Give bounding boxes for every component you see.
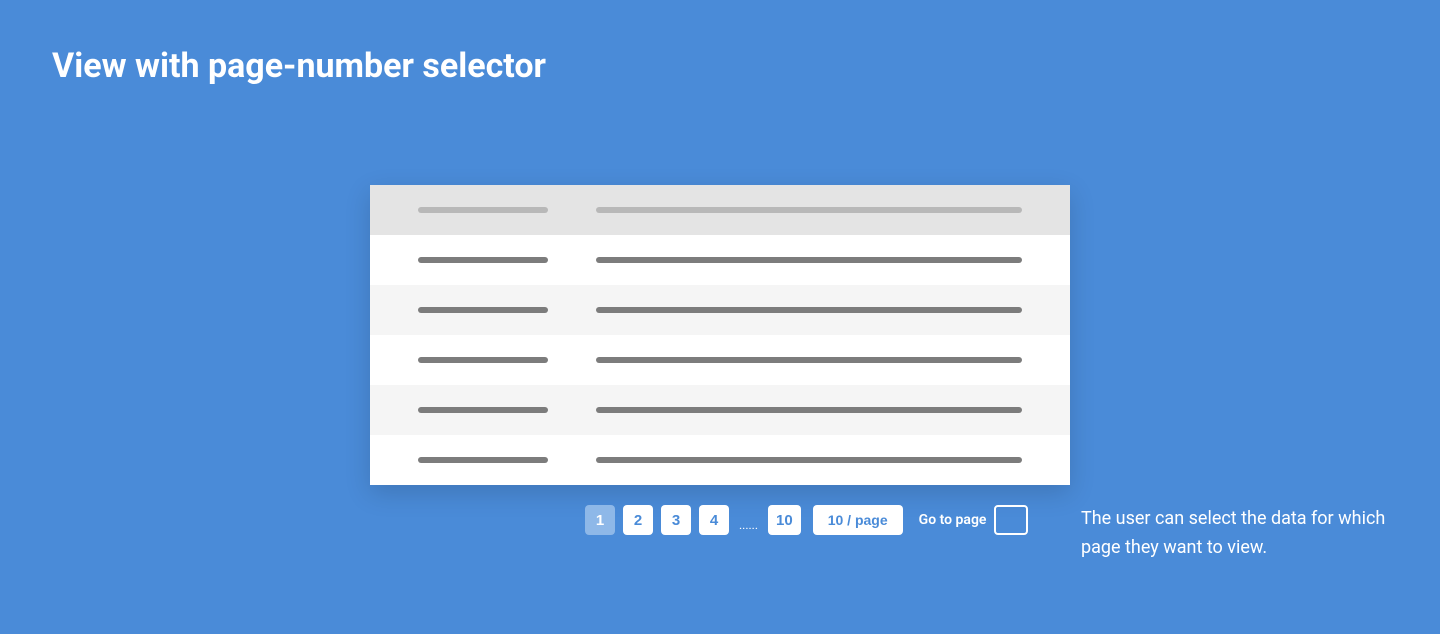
- placeholder-bar: [418, 407, 548, 413]
- page-button-4[interactable]: 4: [699, 505, 729, 535]
- placeholder-bar: [418, 257, 548, 263]
- placeholder-bar: [418, 307, 548, 313]
- placeholder-bar: [596, 207, 1022, 213]
- pagination-ellipsis: ......: [737, 518, 760, 535]
- goto-page-input[interactable]: [994, 505, 1028, 535]
- table-row: [370, 335, 1070, 385]
- table-row: [370, 235, 1070, 285]
- placeholder-bar: [596, 257, 1022, 263]
- table-row: [370, 435, 1070, 485]
- table-header-row: [370, 185, 1070, 235]
- per-page-select[interactable]: 10 / page: [813, 505, 903, 535]
- page-button-1[interactable]: 1: [585, 505, 615, 535]
- placeholder-bar: [418, 207, 548, 213]
- page-button-last[interactable]: 10: [768, 505, 801, 535]
- description-text: The user can select the data for which p…: [1081, 505, 1401, 563]
- page-title: View with page-number selector: [52, 46, 546, 86]
- data-table: [370, 185, 1070, 485]
- table-row: [370, 385, 1070, 435]
- placeholder-bar: [418, 357, 548, 363]
- table-row: [370, 285, 1070, 335]
- placeholder-bar: [596, 407, 1022, 413]
- placeholder-bar: [418, 457, 548, 463]
- page-button-3[interactable]: 3: [661, 505, 691, 535]
- placeholder-bar: [596, 457, 1022, 463]
- placeholder-bar: [596, 357, 1022, 363]
- pagination: 1 2 3 4 ...... 10 10 / page Go to page: [585, 505, 1028, 535]
- page-button-2[interactable]: 2: [623, 505, 653, 535]
- placeholder-bar: [596, 307, 1022, 313]
- goto-page-label: Go to page: [919, 512, 987, 528]
